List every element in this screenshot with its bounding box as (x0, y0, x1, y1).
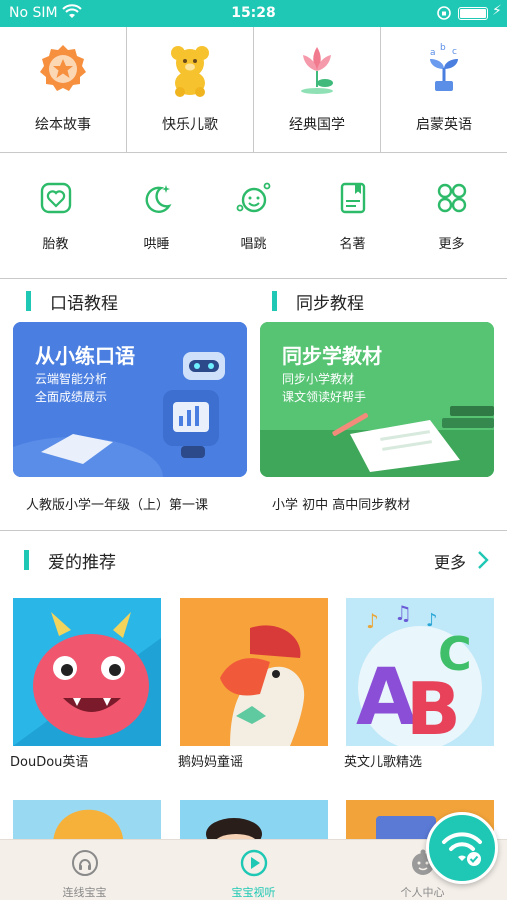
category-label: 绘本故事 (35, 117, 91, 133)
tab-label: 连线宝宝 (62, 886, 107, 899)
category-nursery-rhymes[interactable]: 快乐儿歌 (127, 27, 254, 153)
smile-music-icon (236, 182, 270, 213)
category-label: 启蒙英语 (416, 117, 472, 133)
tab-label: 宝宝视听 (231, 886, 276, 899)
svg-text:b: b (440, 43, 446, 53)
teddy-bear-icon (171, 46, 209, 97)
subcategory-label: 胎教 (42, 237, 69, 252)
card-subtitle: 课文领读好帮手 (282, 390, 367, 404)
wifi-connect-fab[interactable] (426, 812, 498, 884)
recommend-title-block: 爱的推荐 (24, 548, 224, 573)
tab-label: 个人中心 (400, 886, 445, 899)
svg-text:C: C (438, 627, 472, 681)
sync-course-caption[interactable]: 小学 初中 高中同步教材 (272, 494, 410, 513)
category-classics[interactable]: 经典国学 (254, 27, 381, 153)
clock: 15:28 (231, 5, 276, 21)
lotus-flower-icon (301, 47, 333, 94)
connect-baby-icon (71, 850, 98, 876)
category-english[interactable]: a b c 启蒙英语 (381, 27, 507, 153)
svg-text:♪: ♪ (426, 610, 438, 631)
section-title: 同步教程 (296, 294, 364, 314)
section-accent-bar (26, 291, 31, 311)
monster-illustration (13, 598, 161, 746)
star-badge-icon (40, 45, 86, 91)
recommend-item-mother-goose[interactable] (180, 598, 328, 746)
subcategory-label: 哄睡 (143, 237, 170, 252)
abc-sprout-icon: a b c (430, 43, 458, 91)
subcategory-sing-dance[interactable]: 唱跳 (203, 153, 304, 279)
wifi-check-icon (442, 832, 482, 866)
oral-course-caption[interactable]: 人教版小学一年级（上）第一课 (26, 494, 208, 513)
card-subtitle: 全面成绩展示 (35, 390, 108, 404)
recommend-item-label: DouDou英语 (10, 755, 89, 770)
chevron-right-icon (478, 551, 489, 569)
abc-letters-illustration: A B C ♪ ♫ ♪ (346, 598, 494, 746)
recommend-header: 爱的推荐 更多 (24, 548, 494, 574)
svg-text:♫: ♫ (394, 601, 412, 625)
play-circle-icon (240, 849, 267, 877)
card-title: 同步学教材 (282, 344, 382, 368)
section-title: 口语教程 (50, 294, 118, 314)
svg-text:c: c (452, 47, 457, 57)
svg-text:a: a (430, 48, 436, 58)
oral-course-header: 口语教程 (26, 289, 226, 314)
subcategory-label: 名著 (339, 237, 366, 252)
moon-stars-icon (145, 185, 172, 213)
status-bar: No SIM 15:28 ⚡ (0, 0, 507, 27)
category-label: 经典国学 (289, 117, 345, 133)
four-petal-icon (437, 183, 466, 213)
goose-illustration (180, 598, 328, 746)
more-label: 更多 (433, 553, 466, 572)
card-subtitle: 云端智能分析 (35, 372, 108, 386)
tab-baby-media[interactable]: 宝宝视听 (169, 840, 338, 901)
recommend-item-label: 鹅妈妈童谣 (178, 755, 244, 770)
recommend-item-doudou[interactable] (13, 598, 161, 746)
card-subtitle: 同步小学教材 (282, 372, 355, 386)
more-button[interactable]: 更多 (414, 548, 494, 572)
svg-text:♪: ♪ (366, 609, 379, 633)
sync-course-card[interactable]: 同步学教材 同步小学教材 课文领读好帮手 (260, 322, 494, 477)
subcategory-sleep[interactable]: 哄睡 (106, 153, 207, 279)
section-title: 爱的推荐 (48, 553, 116, 573)
recommend-item-english-songs[interactable]: A B C ♪ ♫ ♪ (346, 598, 494, 746)
sub-category-row: 胎教 哄睡 唱跳 名著 更多 (0, 153, 507, 279)
oral-course-card[interactable]: 从小练口语 云端智能分析 全面成绩展示 (13, 322, 247, 477)
card-title: 从小练口语 (35, 344, 135, 368)
charging-icon: ⚡ (492, 3, 502, 19)
heart-frame-icon (40, 182, 71, 214)
recommend-item-label: 英文儿歌精选 (344, 755, 423, 770)
category-label: 快乐儿歌 (162, 117, 218, 133)
subcategory-more[interactable]: 更多 (401, 153, 502, 279)
rotation-lock-icon (437, 6, 451, 20)
sync-course-header: 同步教程 (272, 289, 472, 314)
category-picture-book[interactable]: 绘本故事 (0, 27, 127, 153)
subcategory-prenatal[interactable]: 胎教 (5, 153, 106, 279)
tab-connect-baby[interactable]: 连线宝宝 (0, 840, 169, 901)
book-icon (340, 182, 365, 214)
section-divider (0, 530, 507, 531)
section-accent-bar (24, 550, 29, 570)
battery-icon (458, 7, 488, 20)
top-category-grid: 绘本故事 快乐儿歌 经典国学 a b c 启蒙英语 (0, 27, 507, 153)
section-accent-bar (272, 291, 277, 311)
subcategory-label: 更多 (438, 237, 465, 252)
subcategory-classics-books[interactable]: 名著 (302, 153, 403, 279)
subcategory-label: 唱跳 (240, 237, 267, 252)
